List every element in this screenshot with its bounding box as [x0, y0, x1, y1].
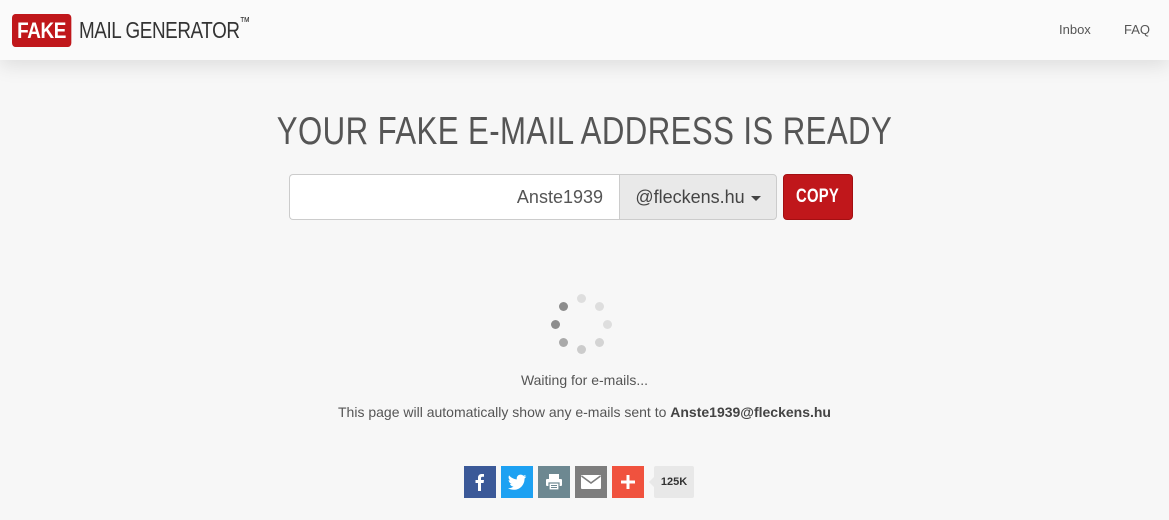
copy-button-label: COPY [796, 186, 840, 207]
email-icon [581, 475, 601, 489]
share-email-button[interactable] [575, 466, 607, 498]
share-facebook-button[interactable] [464, 466, 496, 498]
auto-refresh-info: This page will automatically show any e-… [0, 404, 1169, 420]
info-email-address: Anste1939@fleckens.hu [670, 404, 831, 420]
spinner-dot [595, 338, 604, 347]
spinner-dot [595, 302, 604, 311]
share-twitter-button[interactable] [501, 466, 533, 498]
navbar: FAKE MAIL GENERATOR™ Inbox FAQ [0, 0, 1169, 60]
spinner-dot [559, 338, 568, 347]
domain-dropdown-label: @fleckens.hu [635, 186, 745, 207]
address-input-group: @fleckens.hu [289, 174, 777, 220]
share-count-badge: 125K [649, 466, 694, 498]
nav-link-inbox[interactable]: Inbox [1059, 22, 1091, 37]
info-prefix: This page will automatically show any e-… [338, 404, 667, 420]
twitter-icon [508, 474, 527, 490]
spinner-dot [603, 320, 612, 329]
share-more-button[interactable] [612, 466, 644, 498]
spinner-dot [577, 294, 586, 303]
copy-button[interactable]: COPY [783, 174, 853, 220]
logo-text-main: MAIL GENERATOR [78, 16, 240, 43]
spinner-dot [559, 302, 568, 311]
domain-dropdown[interactable]: @fleckens.hu [619, 174, 777, 220]
loading-spinner-icon [547, 292, 617, 356]
print-icon [546, 474, 562, 491]
share-bar: 125K [464, 466, 694, 498]
logo-text: MAIL GENERATOR™ [78, 13, 250, 44]
page-title: YOUR FAKE E-MAIL ADDRESS IS READY [276, 110, 893, 153]
waiting-status-text: Waiting for e-mails... [520, 372, 649, 388]
logo-fake-badge: FAKE [12, 13, 72, 47]
plus-icon [621, 475, 635, 489]
logo[interactable]: FAKE MAIL GENERATOR™ [12, 13, 287, 47]
spinner-dot [577, 345, 586, 354]
chevron-down-icon [750, 195, 761, 201]
logo-trademark: ™ [239, 13, 250, 29]
facebook-icon [475, 474, 484, 491]
share-print-button[interactable] [538, 466, 570, 498]
nav-link-faq[interactable]: FAQ [1124, 22, 1150, 37]
spinner-dot [551, 320, 560, 329]
username-input[interactable] [289, 174, 619, 220]
